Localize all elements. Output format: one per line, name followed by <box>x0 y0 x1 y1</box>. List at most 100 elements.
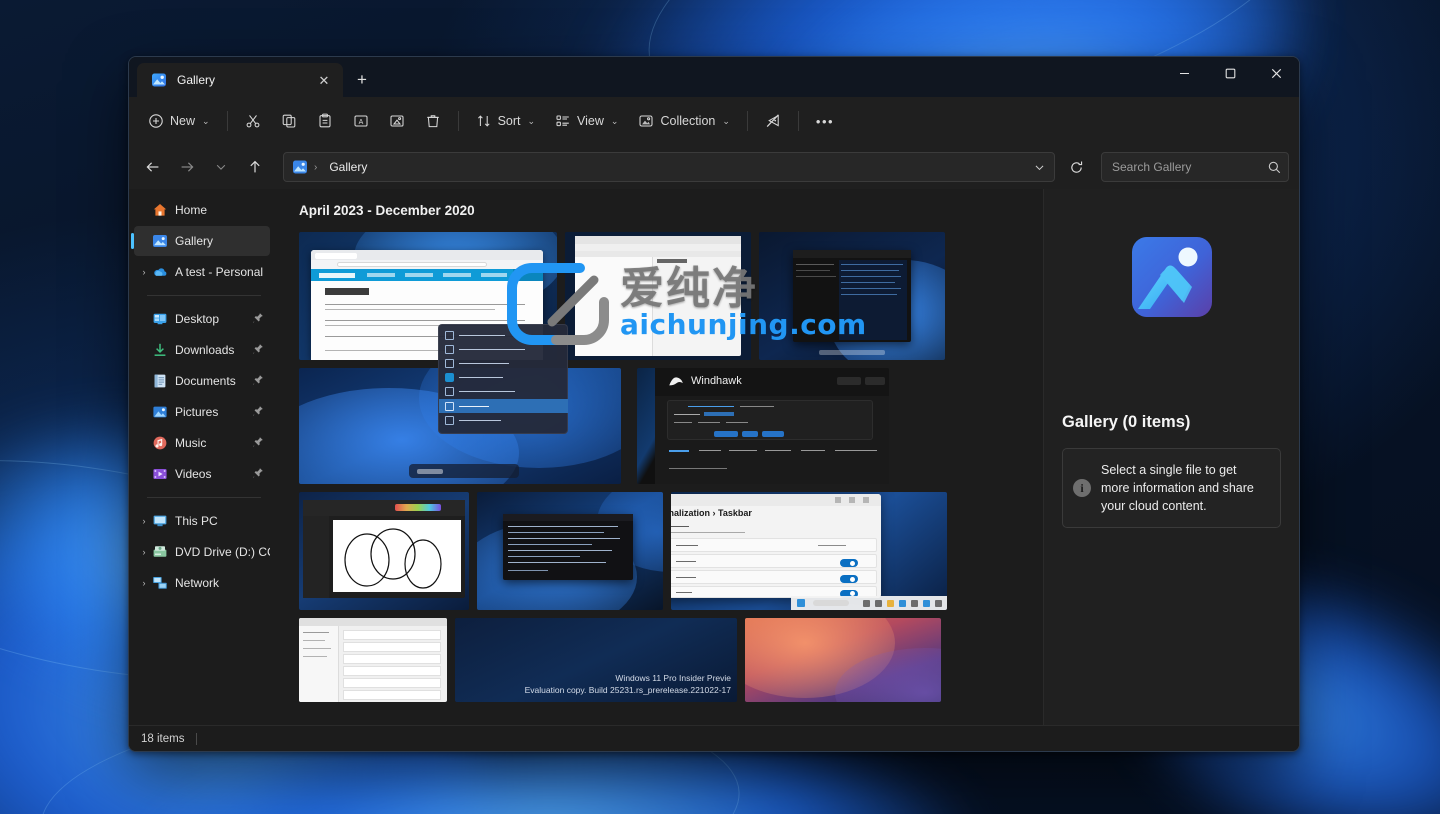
paste-icon <box>317 113 333 129</box>
forward-button[interactable] <box>171 151 203 183</box>
breadcrumb-gallery[interactable]: Gallery <box>323 158 373 176</box>
scissors-icon <box>245 113 261 129</box>
sidebar-label: Music <box>175 436 252 450</box>
sidebar-divider <box>147 295 261 296</box>
thumbnail-taskbar-settings-page[interactable]: onalization › Taskbar <box>671 492 947 610</box>
window-controls <box>1161 57 1299 89</box>
toolbar-divider <box>798 111 799 131</box>
svg-text:A: A <box>358 119 363 126</box>
search-box[interactable] <box>1101 152 1289 182</box>
pictures-icon <box>152 404 168 420</box>
thumbnail-terminal-over-wallpaper[interactable] <box>477 492 663 610</box>
thumbnail-paint-circles-drawing[interactable] <box>299 492 469 610</box>
chevron-down-icon: ⌄ <box>611 116 619 127</box>
new-button[interactable]: New ⌄ <box>139 105 219 137</box>
thumbnail-edge-taskbar-jumplist[interactable] <box>438 324 568 434</box>
chevron-down-icon: ⌄ <box>722 116 730 127</box>
close-tab-button[interactable]: ✕ <box>313 69 335 91</box>
sidebar-item-dvd-drive[interactable]: › DVD Drive (D:) CCC <box>134 537 270 567</box>
sidebar-item-network[interactable]: › Network <box>134 568 270 598</box>
pin-icon[interactable] <box>252 467 266 482</box>
pin-icon[interactable] <box>252 374 266 389</box>
sidebar-item-documents[interactable]: Documents <box>134 366 270 396</box>
thumbnail-windhawk-app-window[interactable]: Windhawk <box>637 368 889 484</box>
command-bar: New ⌄ A <box>129 97 1299 145</box>
sidebar-item-videos[interactable]: Videos <box>134 459 270 489</box>
sidebar-item-gallery[interactable]: Gallery <box>134 226 270 256</box>
sidebar-item-music[interactable]: Music <box>134 428 270 458</box>
thumbnail-settings-list-window[interactable] <box>299 618 447 702</box>
collection-button[interactable]: Collection ⌄ <box>629 105 738 137</box>
videos-icon <box>152 466 168 482</box>
network-icon <box>152 575 168 591</box>
breadcrumb-separator: › <box>312 162 319 173</box>
gallery-photos-icon <box>292 159 308 175</box>
back-button[interactable] <box>137 151 169 183</box>
cut-button[interactable] <box>236 105 270 137</box>
minimize-button[interactable] <box>1161 57 1207 89</box>
details-message: Select a single file to get more informa… <box>1101 461 1268 515</box>
copy-icon <box>281 113 297 129</box>
expand-twisty[interactable]: › <box>136 547 152 557</box>
filter-button[interactable] <box>756 105 790 137</box>
toolbar-divider <box>227 111 228 131</box>
share-button[interactable] <box>380 105 414 137</box>
delete-button[interactable] <box>416 105 450 137</box>
windhawk-logo-icon <box>667 373 685 391</box>
new-label: New <box>170 114 195 128</box>
overflow-menu-button[interactable]: ••• <box>807 105 843 137</box>
address-bar[interactable]: › Gallery <box>283 152 1055 182</box>
view-button[interactable]: View ⌄ <box>546 105 627 137</box>
paste-button[interactable] <box>308 105 342 137</box>
pin-icon[interactable] <box>252 312 266 327</box>
status-bar: 18 items <box>129 725 1299 751</box>
expand-twisty[interactable]: › <box>136 578 152 588</box>
rename-button[interactable]: A <box>344 105 378 137</box>
downloads-icon <box>152 342 168 358</box>
arrow-left-icon <box>145 159 161 175</box>
collection-icon <box>638 113 654 129</box>
plus-circle-icon <box>148 113 164 129</box>
recent-locations-button[interactable] <box>205 151 237 183</box>
sidebar-item-this-pc[interactable]: › This PC <box>134 506 270 536</box>
documents-icon <box>152 373 168 389</box>
pin-icon[interactable] <box>252 343 266 358</box>
sort-button[interactable]: Sort ⌄ <box>467 105 544 137</box>
copy-button[interactable] <box>272 105 306 137</box>
search-input[interactable] <box>1112 160 1267 174</box>
close-window-button[interactable] <box>1253 57 1299 89</box>
tab-gallery[interactable]: Gallery ✕ <box>137 63 343 97</box>
sidebar-label: Home <box>175 203 270 217</box>
toolbar-divider <box>458 111 459 131</box>
new-tab-button[interactable]: + <box>347 66 377 94</box>
search-icon[interactable] <box>1267 160 1282 175</box>
thumbnail-file-listing-window[interactable] <box>565 232 751 360</box>
maximize-button[interactable] <box>1207 57 1253 89</box>
sidebar-item-downloads[interactable]: Downloads <box>134 335 270 365</box>
windhawk-title: Windhawk <box>691 375 742 387</box>
sidebar-item-desktop[interactable]: Desktop <box>134 304 270 334</box>
sidebar-item-a-test-personal[interactable]: › A test - Personal <box>134 257 270 287</box>
item-count: 18 items <box>141 733 184 745</box>
pin-icon[interactable] <box>252 405 266 420</box>
thumbnail-insider-preview-desktop[interactable]: Windows 11 Pro Insider Previe Evaluation… <box>455 618 737 702</box>
up-button[interactable] <box>239 151 271 183</box>
thumbnail-dark-terminal-on-desktop[interactable] <box>759 232 945 360</box>
info-icon: i <box>1073 479 1091 497</box>
refresh-button[interactable] <box>1061 152 1091 182</box>
desktop-icon <box>152 311 168 327</box>
thumbnail-orange-gradient-wallpaper[interactable] <box>745 618 941 702</box>
details-info-card: i Select a single file to get more infor… <box>1062 448 1281 528</box>
sidebar-item-home[interactable]: Home <box>134 195 270 225</box>
tab-title: Gallery <box>177 73 303 87</box>
arrow-right-icon <box>179 159 195 175</box>
home-icon <box>152 202 168 218</box>
chevron-down-icon <box>1033 161 1046 174</box>
address-dropdown-button[interactable] <box>1026 154 1052 180</box>
pin-icon[interactable] <box>252 436 266 451</box>
expand-twisty[interactable]: › <box>136 267 152 277</box>
sidebar-item-pictures[interactable]: Pictures <box>134 397 270 427</box>
toolbar-divider <box>747 111 748 131</box>
expand-twisty[interactable]: › <box>136 516 152 526</box>
onedrive-icon <box>152 264 168 280</box>
